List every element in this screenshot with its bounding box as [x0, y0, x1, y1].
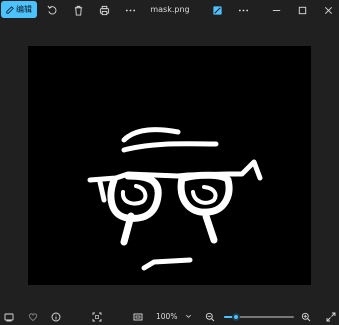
more-icon: [238, 9, 248, 11]
close-button[interactable]: [322, 4, 334, 16]
favorite-button[interactable]: [27, 311, 38, 322]
fullscreen-icon: [326, 312, 335, 321]
maximize-icon: [298, 6, 306, 14]
minimize-button[interactable]: [270, 4, 282, 16]
info-icon: [51, 312, 60, 321]
bottom-status-bar: 100%: [0, 308, 339, 325]
maximize-button[interactable]: [296, 4, 308, 16]
edit-icon: [6, 5, 14, 14]
face-doodle-image: [87, 127, 263, 271]
window-title: mask.png: [150, 5, 190, 14]
filmstrip-button[interactable]: [3, 311, 14, 322]
zoom-level-label: 100%: [156, 312, 178, 321]
rotate-icon: [47, 5, 56, 14]
image-viewer: [0, 22, 339, 308]
filmstrip-icon: [4, 313, 13, 321]
zoom-in-icon: [301, 312, 310, 321]
enhance-icon: [212, 5, 222, 15]
rotate-button[interactable]: [46, 4, 58, 16]
more-options-button-2[interactable]: [237, 4, 249, 16]
actual-size-button[interactable]: [132, 311, 143, 322]
fullscreen-button[interactable]: [325, 311, 336, 322]
mask-image: [28, 46, 311, 285]
zoom-out-button[interactable]: [204, 311, 215, 322]
fit-icon: [92, 312, 101, 321]
edit-button-label: 编辑: [16, 5, 32, 14]
more-options-button[interactable]: [124, 4, 136, 16]
print-button[interactable]: [98, 4, 110, 16]
actual-size-icon: [133, 313, 142, 320]
delete-button[interactable]: [72, 4, 84, 16]
edit-button[interactable]: 编辑: [1, 1, 37, 18]
favorite-icon: [28, 312, 37, 321]
info-button[interactable]: [50, 311, 61, 322]
delete-icon: [74, 5, 82, 16]
zoom-in-button[interactable]: [300, 311, 311, 322]
close-icon: [324, 6, 332, 14]
more-icon: [125, 9, 135, 11]
print-icon: [99, 5, 109, 15]
zoom-level-dropdown[interactable]: 100%: [150, 310, 196, 323]
zoom-slider-thumb[interactable]: [231, 313, 240, 321]
top-toolbar: 编辑 mask.png: [0, 0, 339, 22]
minimize-icon: [272, 9, 280, 11]
zoom-slider[interactable]: [224, 313, 294, 321]
chevron-down-icon: [186, 314, 191, 318]
enhance-button[interactable]: [211, 4, 223, 16]
fit-to-window-button[interactable]: [91, 311, 102, 322]
zoom-out-icon: [205, 312, 214, 321]
